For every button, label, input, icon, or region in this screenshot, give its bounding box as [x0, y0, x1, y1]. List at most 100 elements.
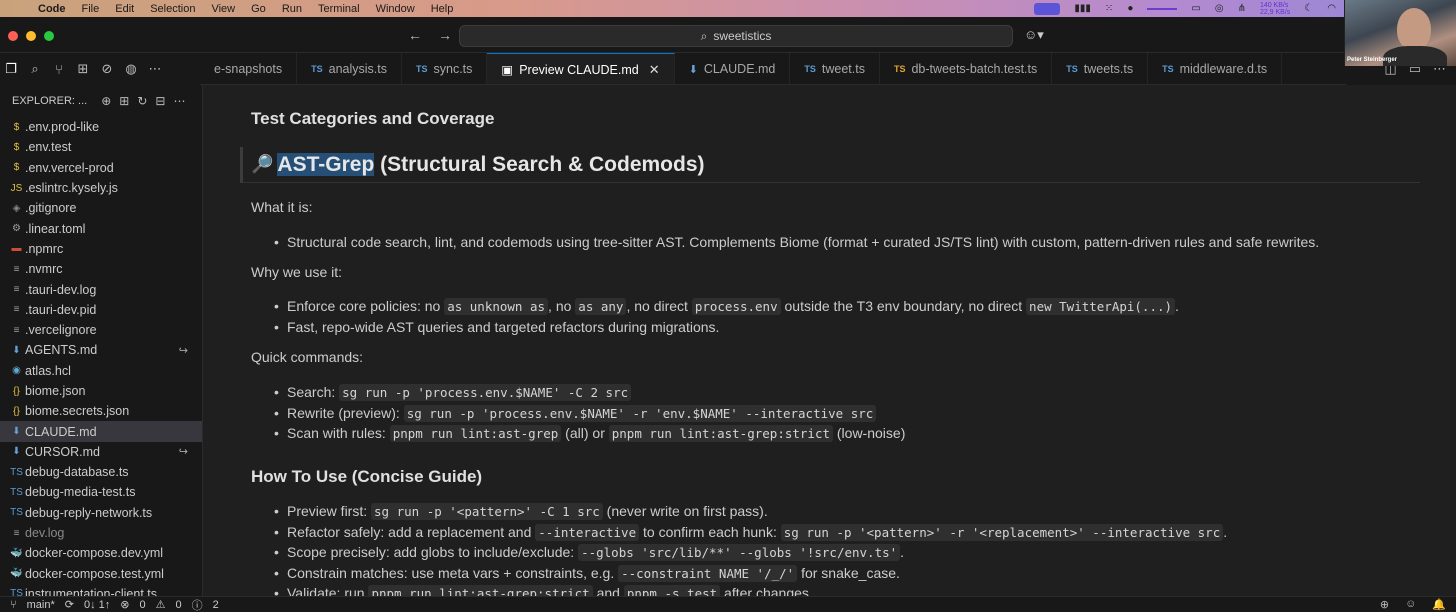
- text: Search:: [287, 384, 340, 400]
- file-item[interactable]: TS debug-reply-network.ts: [0, 503, 202, 523]
- file-item[interactable]: ▬ .npmrc: [0, 239, 202, 259]
- battery-icon[interactable]: ▭: [1191, 3, 1200, 14]
- file-item[interactable]: ≡ .tauri-dev.log: [0, 279, 202, 299]
- menu-go[interactable]: Go: [243, 3, 274, 15]
- inline-code: sg run -p '<pattern>' -C 1 src: [371, 503, 603, 520]
- copilot-icon[interactable]: ☺▾: [1024, 27, 1044, 43]
- file-name: .env.vercel-prod: [25, 160, 114, 175]
- more-icon[interactable]: ⋯: [146, 60, 164, 78]
- tab-preview-claude-md[interactable]: ▣ Preview CLAUDE.md ✕: [487, 53, 675, 84]
- search-view-icon[interactable]: ⌕: [26, 60, 44, 78]
- file-name: debug-media-test.ts: [25, 485, 136, 500]
- control-icon[interactable]: ◎: [1215, 3, 1224, 14]
- file-item[interactable]: $ .env.vercel-prod: [0, 158, 202, 178]
- refresh-icon[interactable]: ↻: [137, 94, 147, 108]
- extensions-icon[interactable]: ⊞: [74, 60, 92, 78]
- tab-tweets-ts[interactable]: TS tweets.ts: [1052, 53, 1149, 84]
- file-item[interactable]: 🐳 docker-compose.dev.yml: [0, 543, 202, 563]
- menu-help[interactable]: Help: [423, 3, 462, 15]
- file-name: dev.log: [25, 526, 65, 541]
- close-window-button[interactable]: [8, 31, 18, 41]
- forward-arrow-icon[interactable]: →: [438, 27, 452, 43]
- stand-icon[interactable]: ⋔: [1238, 3, 1246, 14]
- inline-code: pnpm run lint:ast-grep:strict: [608, 425, 833, 442]
- close-icon[interactable]: ✕: [649, 62, 660, 78]
- file-item[interactable]: ⬇ AGENTS.md ↪: [0, 340, 202, 360]
- file-item[interactable]: ≡ .tauri-dev.pid: [0, 300, 202, 320]
- file-type-icon: TS: [10, 588, 23, 596]
- file-item[interactable]: 🐳 docker-compose.test.yml: [0, 564, 202, 584]
- wifi-icon[interactable]: ◠: [1327, 3, 1336, 14]
- file-item[interactable]: $ .env.prod-like: [0, 117, 202, 137]
- warnings-count[interactable]: 0: [175, 599, 181, 611]
- file-item[interactable]: ⬇ CURSOR.md ↪: [0, 442, 202, 462]
- file-item[interactable]: $ .env.test: [0, 137, 202, 157]
- tab-analysis-ts[interactable]: TS analysis.ts: [297, 53, 402, 84]
- text: Validate: run: [287, 585, 369, 596]
- menu-run[interactable]: Run: [274, 3, 310, 15]
- menu-window[interactable]: Window: [368, 3, 423, 15]
- remote-explorer-icon[interactable]: ⊘: [98, 60, 116, 78]
- zoom-icon[interactable]: ⊕: [1380, 598, 1389, 611]
- dot-icon[interactable]: ●: [1127, 3, 1133, 14]
- back-arrow-icon[interactable]: ←: [408, 27, 422, 43]
- text: after changes.: [720, 585, 813, 596]
- new-folder-icon[interactable]: ⊞: [119, 94, 129, 108]
- menu-selection[interactable]: Selection: [142, 3, 203, 15]
- list-item: Scan with rules: pnpm run lint:ast-grep …: [274, 425, 906, 442]
- collapse-icon[interactable]: ⊟: [155, 94, 165, 108]
- file-item[interactable]: {} biome.secrets.json: [0, 401, 202, 421]
- tab-claude-md[interactable]: ⬇ CLAUDE.md: [675, 53, 791, 84]
- file-item[interactable]: ≡ .nvmrc: [0, 259, 202, 279]
- explorer-header: EXPLORER: ... ⊕ ⊞ ↻ ⊟ ⋯: [0, 85, 202, 117]
- file-item[interactable]: ≡ .vercelignore: [0, 320, 202, 340]
- tab-db-tweets-batch-test-ts[interactable]: TS db-tweets-batch.test.ts: [880, 53, 1053, 84]
- github-icon[interactable]: ◍: [122, 60, 140, 78]
- file-item[interactable]: ≡ dev.log: [0, 523, 202, 543]
- command-center-search[interactable]: ⌕ sweetistics: [459, 25, 1013, 47]
- file-item[interactable]: ⚙ .linear.toml: [0, 218, 202, 238]
- tab-label: tweets.ts: [1083, 62, 1134, 76]
- selected-text[interactable]: AST-Grep: [277, 152, 375, 176]
- text: (low-noise): [833, 425, 906, 441]
- file-item[interactable]: ⬇ CLAUDE.md: [0, 421, 202, 442]
- menu-file[interactable]: File: [74, 3, 108, 15]
- inline-code: sg run -p 'process.env.$NAME' -C 2 src: [339, 384, 632, 401]
- more-icon[interactable]: ⋯: [173, 94, 185, 108]
- info-count[interactable]: 2: [213, 599, 219, 611]
- file-item[interactable]: ◈ .gitignore: [0, 198, 202, 218]
- stats-icon[interactable]: ▮▮▮: [1074, 3, 1091, 14]
- moon-icon[interactable]: ☾: [1304, 3, 1313, 14]
- menu-app[interactable]: Code: [30, 3, 74, 15]
- file-type-icon: JS: [10, 182, 23, 194]
- menu-edit[interactable]: Edit: [107, 3, 142, 15]
- grid-icon[interactable]: ⁙: [1105, 3, 1113, 14]
- file-item[interactable]: ◉ atlas.hcl: [0, 361, 202, 381]
- file-item[interactable]: {} biome.json: [0, 381, 202, 401]
- new-file-icon[interactable]: ⊕: [101, 94, 111, 108]
- tab-tweet-ts[interactable]: TS tweet.ts: [790, 53, 880, 84]
- status-right: ⊕ ☺ 🔔: [1380, 598, 1446, 611]
- copilot-status-icon[interactable]: ☺: [1405, 598, 1416, 611]
- menu-terminal[interactable]: Terminal: [310, 3, 368, 15]
- file-item[interactable]: TS debug-media-test.ts: [0, 482, 202, 502]
- tab-snapshots[interactable]: e-snapshots: [200, 53, 298, 84]
- tab-middleware-d-ts[interactable]: TS middleware.d.ts: [1148, 53, 1283, 84]
- screen-record-icon[interactable]: [1034, 2, 1061, 15]
- notifications-icon[interactable]: 🔔: [1432, 598, 1446, 611]
- explorer-icon[interactable]: ❐: [2, 60, 20, 78]
- tab-sync-ts[interactable]: TS sync.ts: [402, 53, 488, 84]
- text: Enforce core policies: no: [287, 298, 445, 314]
- sync-status[interactable]: 0↓ 1↑: [84, 599, 110, 611]
- file-item[interactable]: JS .eslintrc.kysely.js: [0, 178, 202, 198]
- zoom-window-button[interactable]: [44, 31, 54, 41]
- menu-view[interactable]: View: [203, 3, 243, 15]
- inline-code: sg run -p 'process.env.$NAME' -r 'env.$N…: [403, 405, 877, 422]
- branch-name[interactable]: main*: [27, 599, 55, 611]
- source-control-icon[interactable]: ⑂: [50, 60, 68, 78]
- window-titlebar: ← → ⌕ sweetistics ☺▾: [0, 17, 1456, 53]
- minimize-window-button[interactable]: [26, 31, 36, 41]
- file-item[interactable]: TS instrumentation-client.ts: [0, 584, 202, 596]
- file-item[interactable]: TS debug-database.ts: [0, 462, 202, 482]
- errors-count[interactable]: 0: [139, 599, 145, 611]
